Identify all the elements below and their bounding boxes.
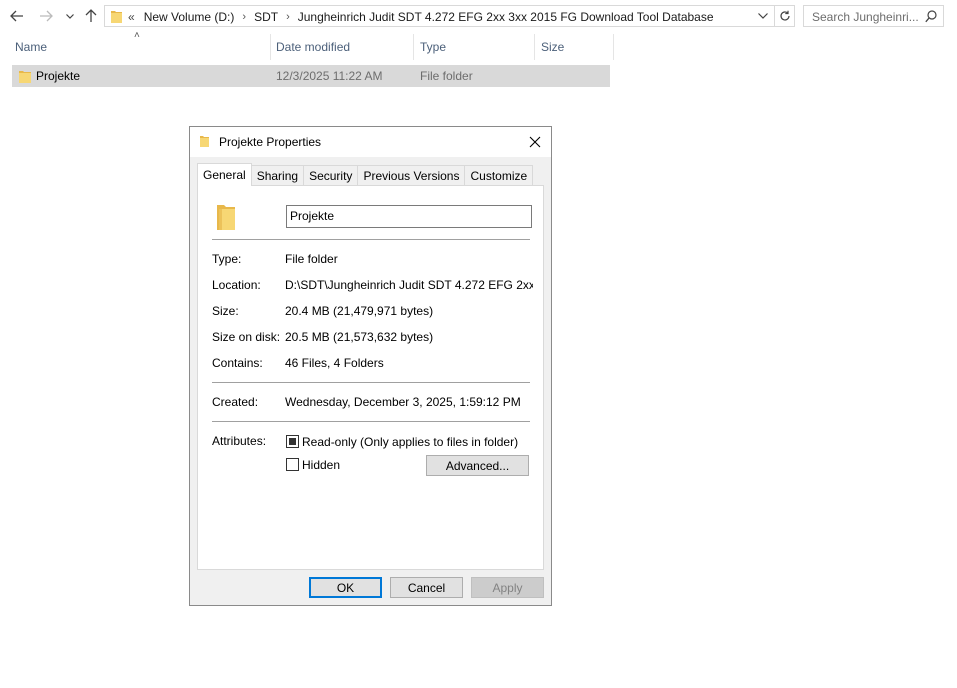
refresh-button[interactable] bbox=[775, 5, 795, 27]
address-bar[interactable]: « New Volume (D:) › SDT › Jungheinrich J… bbox=[104, 5, 775, 27]
location-value: D:\SDT\Jungheinrich Judit SDT 4.272 EFG … bbox=[285, 278, 533, 292]
chevron-right-icon[interactable]: › bbox=[286, 11, 290, 23]
column-divider[interactable] bbox=[534, 34, 535, 60]
advanced-button[interactable]: Advanced... bbox=[426, 455, 529, 476]
tab-customize[interactable]: Customize bbox=[464, 165, 534, 186]
column-divider[interactable] bbox=[270, 34, 271, 60]
breadcrumb-item-sdt[interactable]: SDT bbox=[254, 10, 278, 24]
size-label: Size: bbox=[212, 304, 239, 318]
column-header-type[interactable]: Type bbox=[416, 36, 533, 58]
type-label: Type: bbox=[212, 252, 242, 266]
close-icon bbox=[529, 136, 541, 148]
readonly-checkbox-label[interactable]: Read-only (Only applies to files in fold… bbox=[302, 435, 518, 449]
search-box[interactable]: Search Jungheinri... bbox=[803, 5, 944, 27]
folder-name-input[interactable]: Projekte bbox=[286, 205, 532, 228]
arrow-right-icon bbox=[40, 10, 53, 22]
dialog-titlebar[interactable]: Projekte Properties bbox=[190, 127, 551, 157]
arrow-up-icon bbox=[85, 9, 97, 22]
breadcrumb: « New Volume (D:) › SDT › Jungheinrich J… bbox=[128, 9, 714, 25]
breadcrumb-item-drive[interactable]: New Volume (D:) bbox=[144, 10, 235, 24]
cancel-button[interactable]: Cancel bbox=[390, 577, 463, 598]
location-label: Location: bbox=[212, 278, 261, 292]
divider bbox=[212, 421, 530, 422]
chevron-down-icon bbox=[66, 13, 74, 19]
search-icon bbox=[925, 10, 937, 23]
breadcrumb-item-current[interactable]: Jungheinrich Judit SDT 4.272 EFG 2xx 3xx… bbox=[298, 10, 714, 24]
tab-sharing[interactable]: Sharing bbox=[250, 165, 305, 186]
size-on-disk-value: 20.5 MB (21,573,632 bytes) bbox=[285, 330, 434, 344]
tab-security[interactable]: Security bbox=[303, 165, 359, 186]
created-label: Created: bbox=[212, 395, 259, 409]
hidden-checkbox[interactable] bbox=[286, 458, 299, 471]
column-header-name[interactable]: Name bbox=[11, 36, 270, 58]
readonly-checkbox[interactable] bbox=[286, 435, 299, 448]
file-name[interactable]: Projekte bbox=[36, 69, 80, 83]
general-tab-panel: Projekte Type: File folder Location: D:\… bbox=[197, 185, 544, 570]
folder-icon bbox=[19, 71, 31, 83]
size-value: 20.4 MB (21,479,971 bytes) bbox=[285, 304, 434, 318]
divider bbox=[212, 239, 530, 240]
contains-value: 46 Files, 4 Folders bbox=[285, 356, 384, 370]
up-button[interactable] bbox=[81, 6, 101, 26]
breadcrumb-overflow[interactable]: « bbox=[128, 10, 135, 24]
divider bbox=[212, 382, 530, 383]
refresh-icon bbox=[779, 10, 790, 21]
dialog-title: Projekte Properties bbox=[219, 135, 322, 149]
chevron-right-icon[interactable]: › bbox=[242, 11, 246, 23]
apply-button[interactable]: Apply bbox=[471, 577, 544, 598]
type-value: File folder bbox=[285, 252, 338, 266]
chevron-down-icon[interactable] bbox=[757, 9, 769, 23]
forward-button[interactable] bbox=[36, 6, 56, 26]
hidden-checkbox-label[interactable]: Hidden bbox=[302, 458, 340, 472]
attributes-label: Attributes: bbox=[212, 434, 267, 448]
arrow-left-icon bbox=[10, 10, 23, 22]
close-button[interactable] bbox=[519, 127, 551, 157]
tab-general[interactable]: General bbox=[197, 163, 252, 186]
column-header-size[interactable]: Size bbox=[537, 36, 613, 58]
folder-icon bbox=[200, 136, 209, 147]
recent-locations-button[interactable] bbox=[60, 6, 80, 26]
folder-icon bbox=[111, 11, 122, 23]
back-button[interactable] bbox=[7, 6, 27, 26]
column-header-date-modified[interactable]: Date modified bbox=[272, 36, 413, 58]
ok-button[interactable]: OK bbox=[309, 577, 382, 598]
search-input[interactable]: Search Jungheinri... bbox=[812, 10, 919, 24]
tab-strip: General Sharing Security Previous Versio… bbox=[197, 163, 534, 186]
file-row-projekte[interactable]: Projekte 12/3/2025 11:22 AM File folder bbox=[12, 65, 610, 87]
tab-previous-versions[interactable]: Previous Versions bbox=[357, 165, 466, 186]
created-value: Wednesday, December 3, 2025, 1:59:12 PM bbox=[285, 395, 521, 409]
size-on-disk-label: Size on disk: bbox=[212, 330, 281, 344]
column-divider[interactable] bbox=[613, 34, 614, 60]
contains-label: Contains: bbox=[212, 356, 263, 370]
folder-icon bbox=[217, 205, 235, 230]
file-type: File folder bbox=[420, 69, 473, 83]
column-divider[interactable] bbox=[413, 34, 414, 60]
file-date-modified: 12/3/2025 11:22 AM bbox=[276, 69, 383, 83]
properties-dialog: Projekte Properties General Sharing Secu… bbox=[189, 126, 552, 606]
